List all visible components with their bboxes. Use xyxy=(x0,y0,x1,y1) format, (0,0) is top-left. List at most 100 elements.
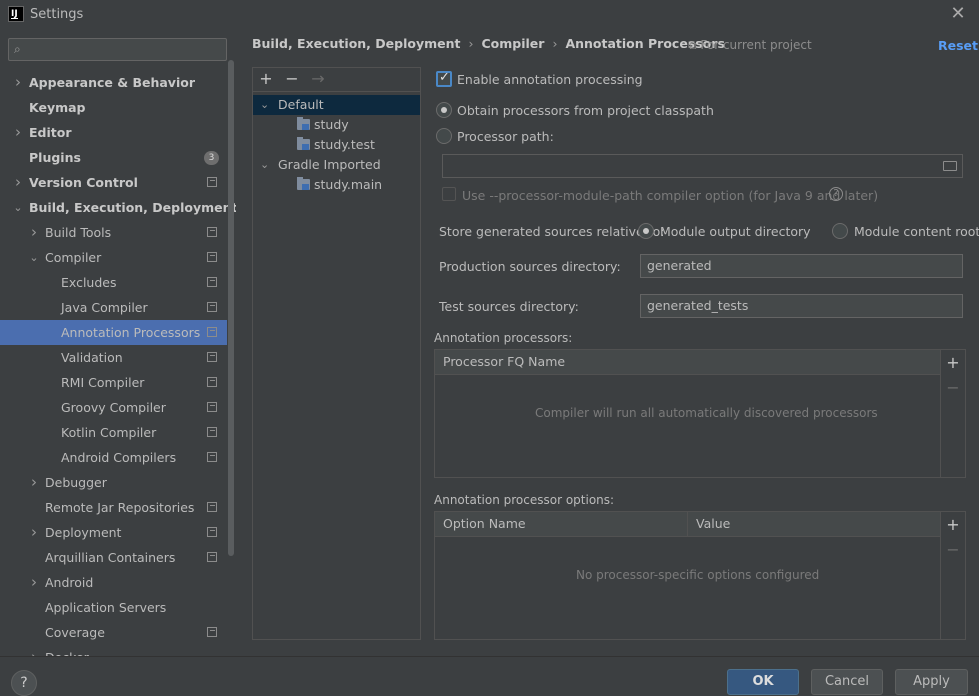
chevron-right-icon[interactable]: › xyxy=(12,170,24,195)
chevron-right-icon[interactable]: › xyxy=(28,220,40,245)
profile-item[interactable]: ⌄ Gradle Imported xyxy=(253,155,420,175)
chevron-right-icon[interactable]: › xyxy=(12,70,24,95)
sidebar-item-kotlin-compiler[interactable]: Kotlin Compiler xyxy=(0,420,227,445)
processor-options-label: Annotation processor options: xyxy=(434,493,615,507)
sidebar-item-label: Deployment xyxy=(45,525,122,540)
sidebar-item-keymap[interactable]: Keymap xyxy=(0,95,227,120)
processors-table-toolbar: + − xyxy=(940,350,964,477)
chevron-down-icon[interactable]: ⌄ xyxy=(260,155,269,175)
column-header-value[interactable]: Value xyxy=(688,512,940,536)
chevron-right-icon[interactable]: › xyxy=(28,570,40,595)
search-icon: ⌕ xyxy=(14,42,21,56)
sidebar-item-label: Debugger xyxy=(45,475,107,490)
add-profile-button[interactable]: + xyxy=(257,70,275,88)
project-level-icon xyxy=(207,502,217,512)
sidebar-item-label: Docker xyxy=(45,645,89,656)
sidebar-item-coverage[interactable]: Coverage xyxy=(0,620,227,645)
processor-path-label: Processor path: xyxy=(457,129,554,144)
move-to-profile-button[interactable]: → xyxy=(309,70,327,88)
module-output-directory-radio[interactable] xyxy=(638,223,654,239)
add-option-button[interactable]: + xyxy=(944,516,962,534)
production-sources-label: Production sources directory: xyxy=(439,259,621,274)
sidebar-item-docker[interactable]: › Docker xyxy=(0,645,227,656)
obtain-from-classpath-radio[interactable] xyxy=(436,102,452,118)
production-sources-input[interactable]: generated xyxy=(640,254,963,278)
cancel-button[interactable]: Cancel xyxy=(811,669,883,695)
close-window-button[interactable]: ✕ xyxy=(948,4,968,24)
module-item[interactable]: study xyxy=(253,115,420,135)
help-button[interactable]: ? xyxy=(11,670,37,696)
chevron-right-icon: › xyxy=(468,36,474,51)
test-sources-input[interactable]: generated_tests xyxy=(640,294,963,318)
module-content-root-label: Module content root xyxy=(854,224,979,239)
chevron-down-icon[interactable]: ⌄ xyxy=(28,245,40,270)
sidebar-item-build-tools[interactable]: › Build Tools xyxy=(0,220,227,245)
module-item[interactable]: study.main xyxy=(253,175,420,195)
sidebar-item-remote-jar-repositories[interactable]: Remote Jar Repositories xyxy=(0,495,227,520)
add-processor-button[interactable]: + xyxy=(944,354,962,372)
column-header-option-name[interactable]: Option Name xyxy=(435,512,688,536)
remove-profile-button[interactable]: − xyxy=(283,70,301,88)
sidebar-item-rmi-compiler[interactable]: RMI Compiler xyxy=(0,370,227,395)
ok-button[interactable]: OK xyxy=(727,669,799,695)
sidebar-item-annotation-processors[interactable]: Annotation Processors xyxy=(0,320,227,345)
settings-sidebar: ⌕ › Appearance & Behavior Keymap › Editor Plu… xyxy=(0,30,236,656)
chevron-right-icon[interactable]: › xyxy=(28,645,40,656)
browse-folder-icon[interactable] xyxy=(943,161,957,171)
module-content-root-radio[interactable] xyxy=(832,223,848,239)
sidebar-item-java-compiler[interactable]: Java Compiler xyxy=(0,295,227,320)
processors-empty-text: Compiler will run all automatically disc… xyxy=(535,406,878,420)
apply-button[interactable]: Apply xyxy=(895,669,968,695)
chevron-right-icon: › xyxy=(552,36,558,51)
table-header: Option Name Value xyxy=(435,512,940,537)
sidebar-item-label: Arquillian Containers xyxy=(45,550,176,565)
sidebar-item-label: Groovy Compiler xyxy=(61,400,166,415)
sidebar-item-debugger[interactable]: › Debugger xyxy=(0,470,227,495)
chevron-right-icon[interactable]: › xyxy=(12,120,24,145)
sidebar-scrollbar[interactable] xyxy=(228,60,234,556)
sidebar-item-arquillian-containers[interactable]: Arquillian Containers xyxy=(0,545,227,570)
sidebar-item-editor[interactable]: › Editor xyxy=(0,120,227,145)
chevron-down-icon[interactable]: ⌄ xyxy=(12,195,24,220)
sidebar-item-label: Appearance & Behavior xyxy=(29,75,195,90)
module-folder-icon xyxy=(297,177,310,190)
scope-label-text: For current project xyxy=(700,38,812,52)
sidebar-item-build-execution-deployment[interactable]: ⌄ Build, Execution, Deployment xyxy=(0,195,236,220)
sidebar-item-compiler[interactable]: ⌄ Compiler xyxy=(0,245,227,270)
profile-item[interactable]: ⌄ Default xyxy=(253,95,420,115)
close-icon: ✕ xyxy=(950,3,966,24)
processor-path-radio[interactable] xyxy=(436,128,452,144)
project-level-icon xyxy=(207,402,217,412)
enable-annotation-processing-checkbox[interactable] xyxy=(436,70,452,87)
breadcrumb-item-compiler: Compiler xyxy=(481,36,545,51)
reset-link[interactable]: Reset xyxy=(938,38,978,53)
profile-item-label: Default xyxy=(278,97,324,112)
sidebar-item-label: Excludes xyxy=(61,275,117,290)
sidebar-item-version-control[interactable]: › Version Control xyxy=(0,170,227,195)
remove-processor-button[interactable]: − xyxy=(944,379,962,397)
sidebar-item-label: Plugins xyxy=(29,150,81,165)
sidebar-item-excludes[interactable]: Excludes xyxy=(0,270,227,295)
column-header-processor-fq-name[interactable]: Processor FQ Name xyxy=(435,350,940,374)
remove-option-button[interactable]: − xyxy=(944,541,962,559)
settings-search-input[interactable]: ⌕ xyxy=(8,38,227,61)
chevron-right-icon[interactable]: › xyxy=(28,470,40,495)
sidebar-item-application-servers[interactable]: Application Servers xyxy=(0,595,227,620)
sidebar-item-deployment[interactable]: › Deployment xyxy=(0,520,227,545)
help-icon[interactable]: ? xyxy=(829,187,843,201)
module-folder-icon xyxy=(297,117,310,130)
chevron-down-icon[interactable]: ⌄ xyxy=(260,95,269,115)
dialog-button-bar: ? OK Cancel Apply xyxy=(0,656,979,696)
sidebar-item-plugins[interactable]: Plugins 3 xyxy=(0,145,227,170)
sidebar-item-android-compilers[interactable]: Android Compilers xyxy=(0,445,227,470)
scope-label: ⧉ For current project xyxy=(688,38,812,53)
sidebar-item-groovy-compiler[interactable]: Groovy Compiler xyxy=(0,395,227,420)
processor-path-field[interactable] xyxy=(442,154,963,178)
sidebar-item-appearance-behavior[interactable]: › Appearance & Behavior xyxy=(0,70,227,95)
module-item[interactable]: study.test xyxy=(253,135,420,155)
chevron-right-icon[interactable]: › xyxy=(28,520,40,545)
obtain-from-classpath-label: Obtain processors from project classpath xyxy=(457,103,714,118)
sidebar-item-android[interactable]: › Android xyxy=(0,570,227,595)
sidebar-item-validation[interactable]: Validation xyxy=(0,345,227,370)
processor-module-path-checkbox[interactable] xyxy=(442,187,456,201)
